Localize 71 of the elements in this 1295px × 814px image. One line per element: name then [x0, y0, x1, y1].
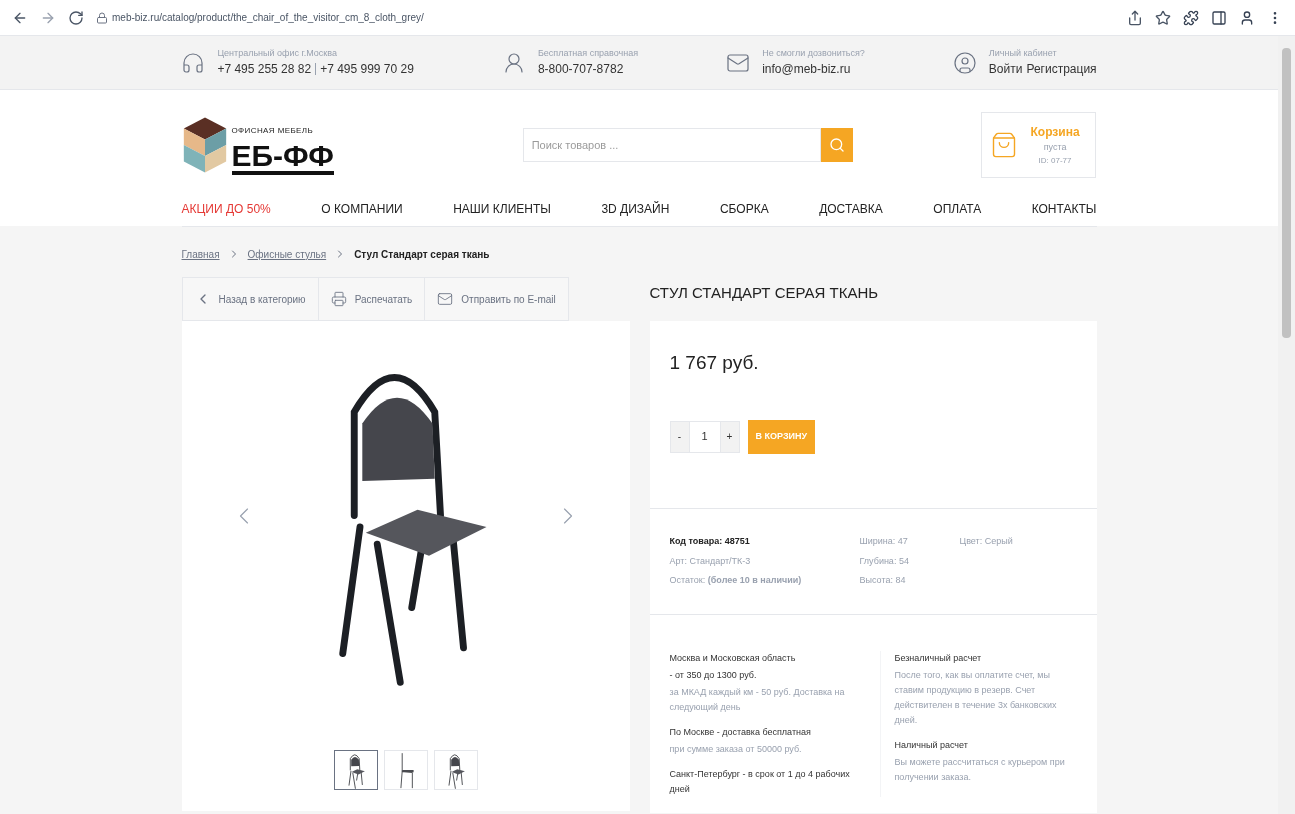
action-tab[interactable]: Распечатать — [317, 278, 425, 320]
side-panel-icon[interactable] — [1211, 9, 1227, 26]
contact-value: 8-800-707-8782 — [537, 61, 624, 79]
logo-tagline: ОФИСНАЯ МЕБЕЛЬ — [231, 125, 315, 137]
address-bar[interactable]: meb-biz.ru/catalog/product/the_chair_of_the_visitor_cm_8_cloth_grey/ — [96, 10, 1115, 25]
info-heading: Москва и Московская область — [669, 651, 797, 665]
breadcrumb-link[interactable]: Офисные стулья — [247, 246, 327, 262]
headset-icon — [181, 50, 206, 75]
breadcrumb-current: Стул Стандарт серая ткань — [354, 247, 490, 262]
info-heading: - от 350 до 1300 руб. — [669, 668, 758, 682]
cube-logo-icon — [181, 115, 228, 175]
info-heading: Безналичный расчет — [894, 651, 983, 665]
spec-text: Остаток: (более 10 в наличии) — [669, 574, 803, 587]
info-label: Не смогли дозвониться? — [762, 46, 865, 60]
spec-text: Цвет: Серый — [959, 535, 1014, 548]
share-icon[interactable] — [1127, 9, 1143, 26]
envelope-icon — [437, 291, 454, 307]
nav-link[interactable]: НАШИ КЛИЕНТЫ — [453, 200, 551, 218]
product-title: СТУЛ СТАНДАРТ СЕРАЯ ТКАНЬ — [649, 283, 880, 303]
nav-link[interactable]: АКЦИИ ДО 50% — [181, 200, 271, 218]
info-note: за МКАД каждый км - 50 руб. Доставка на следующий день — [669, 685, 846, 714]
nav-link[interactable]: СБОРКА — [719, 200, 769, 218]
info-heading: По Москве - доставка бесплатная — [669, 725, 812, 739]
nav-link[interactable]: 3D ДИЗАЙН — [601, 200, 670, 218]
account-link[interactable]: Регистрация — [1026, 60, 1097, 79]
info-label: Бесплатная справочная — [537, 46, 639, 60]
contact-value: +7 495 999 70 29 — [320, 61, 414, 79]
contact-value[interactable]: info@meb-biz.ru — [762, 60, 851, 79]
site-logo[interactable]: ОФИСНАЯ МЕБЕЛЬ ЕБ-ФФ — [181, 115, 334, 175]
cart-title: Корзина — [1030, 124, 1080, 142]
nav-link[interactable]: ОПЛАТА — [933, 200, 982, 218]
info-label: Личный кабинет — [988, 46, 1058, 60]
user-icon — [952, 50, 977, 75]
action-tab[interactable]: Назад в категорию — [182, 278, 318, 320]
thumbnail[interactable] — [333, 750, 378, 790]
scrollbar-thumb[interactable] — [1282, 48, 1291, 338]
info-heading: Наличный расчет — [894, 738, 969, 752]
search-icon — [828, 137, 845, 153]
spec-text: Высота: 84 — [859, 574, 907, 587]
action-tab[interactable]: Отправить по E-mail — [424, 278, 568, 320]
account-link[interactable]: Войти — [988, 60, 1023, 79]
reload-icon[interactable] — [68, 9, 84, 26]
logo-text: ЕБ-ФФ — [231, 141, 334, 175]
puzzle-icon[interactable] — [1183, 9, 1199, 26]
lock-icon — [96, 11, 108, 24]
info-heading: Санкт-Петербург - в срок от 1 до 4 рабочих дней — [669, 767, 851, 796]
profile-icon[interactable] — [1239, 9, 1255, 26]
info-label: Центральный офис г.Москва — [217, 46, 338, 60]
scrollbar[interactable] — [1278, 36, 1295, 814]
decrement-button[interactable]: - — [669, 420, 690, 453]
price: 1 767 руб. — [669, 351, 760, 375]
nav-link[interactable]: КОНТАКТЫ — [1031, 200, 1097, 218]
cart-status: пуста — [1043, 141, 1067, 155]
printer-icon — [330, 291, 347, 307]
search-field[interactable]: Поиск товаров ... — [522, 128, 821, 162]
quantity-field[interactable]: 1 — [689, 420, 720, 453]
spec-text: Глубина: 54 — [859, 554, 910, 568]
url-text: meb-biz.ru/catalog/product/the_chair_of_the_visitor_cm_8_cloth_grey/ — [112, 11, 424, 25]
spec-text: Код товара: 48751 — [669, 535, 751, 548]
nav-link[interactable]: О КОМПАНИИ — [321, 200, 403, 218]
info-note: Вы можете рассчитаться с курьером при получении заказа. — [894, 755, 1066, 784]
breadcrumb-link[interactable]: Главная — [181, 246, 220, 262]
info-note: После того, как вы оплатите счет, мы ставим продукцию в резерв. Счет действителен в течение 3х банковских дней. — [894, 668, 1058, 727]
contact-value: +7 495 255 28 82 — [217, 61, 312, 79]
star-icon[interactable] — [1155, 9, 1171, 26]
increment-button[interactable]: + — [719, 420, 740, 453]
info-note: при сумме заказа от 50000 руб. — [669, 742, 803, 756]
nav-link[interactable]: ДОСТАВКА — [819, 200, 883, 218]
spec-text: Арт: Стандарт/ТК-3 — [669, 554, 752, 568]
spec-text: Ширина: 47 — [859, 535, 909, 548]
cart-id: ID: 07-77 — [1038, 154, 1072, 167]
